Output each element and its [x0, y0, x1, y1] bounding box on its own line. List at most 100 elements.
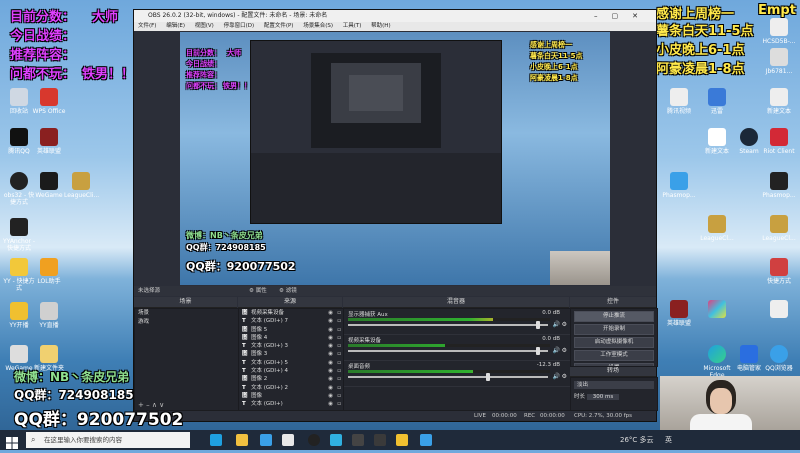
- source-item[interactable]: T 文本 (GDI+) 3 ◉ ▫: [239, 342, 343, 350]
- menu-help[interactable]: 帮助(H): [371, 23, 390, 29]
- desktop-icon-textfile[interactable]: 新建文本: [762, 88, 796, 115]
- app-taskbar-icon[interactable]: [352, 434, 364, 446]
- obs-preview[interactable]: 目前分数： 大师 今日战绩： 推荐阵容： 问都不玩： 铁男！！ 感谢上周榜一 薯…: [180, 32, 610, 285]
- volume-slider[interactable]: [348, 321, 548, 329]
- duration-input[interactable]: 300 ms: [586, 394, 620, 400]
- lock-icon[interactable]: ▫: [337, 334, 341, 342]
- lock-icon[interactable]: ▫: [337, 326, 341, 334]
- lock-icon[interactable]: ▫: [337, 309, 341, 317]
- scene-item[interactable]: 游戏: [135, 318, 238, 327]
- window-controls[interactable]: –▢✕: [594, 10, 652, 22]
- desktop-icon-xunlei[interactable]: 迅雷: [700, 88, 734, 115]
- desktop-icon-phasmo[interactable]: Phasmop...: [762, 172, 796, 199]
- eye-icon[interactable]: ◉: [328, 309, 333, 317]
- eye-icon[interactable]: ◉: [328, 317, 333, 325]
- weather-widget[interactable]: 26°C 多云: [620, 435, 654, 445]
- source-item[interactable]: T 文本 (GDI+) 7 ◉ ▫: [239, 317, 343, 325]
- volume-slider[interactable]: [348, 347, 548, 355]
- source-item[interactable]: T 文本 (GDI+) 5 ◉ ▫: [239, 359, 343, 367]
- file-explorer-icon[interactable]: [236, 434, 248, 446]
- eye-icon[interactable]: ◉: [328, 326, 333, 334]
- source-item[interactable]: 图图像 3 ◉ ▫: [239, 350, 343, 358]
- desktop-icon-yy[interactable]: YY - 快捷方式: [2, 258, 36, 292]
- menu-profile[interactable]: 配置文件(P): [264, 23, 294, 29]
- start-recording-button[interactable]: 开始录制: [574, 324, 654, 335]
- edge-icon[interactable]: [210, 434, 222, 446]
- desktop-icon-steam[interactable]: Steam: [732, 128, 766, 155]
- desktop-icon-leaguecl2[interactable]: LeagueCl...: [762, 215, 796, 242]
- lock-icon[interactable]: ▫: [337, 359, 341, 367]
- lock-icon[interactable]: ▫: [337, 367, 341, 375]
- desktop-icon-app1[interactable]: Phasmop...: [662, 172, 696, 199]
- yy-taskbar-icon[interactable]: [396, 434, 408, 446]
- properties-button[interactable]: ⚙ 属性: [249, 286, 267, 296]
- volume-slider-handle[interactable]: [486, 373, 490, 381]
- desktop-icon-colorful[interactable]: [700, 300, 734, 320]
- source-item[interactable]: T 文本 (GDI+) 2 ◉ ▫: [239, 384, 343, 392]
- eye-icon[interactable]: ◉: [328, 334, 333, 342]
- studio-mode-button[interactable]: 工作室模式: [574, 350, 654, 361]
- desktop-icon-obs[interactable]: obs32 - 快捷方式: [2, 172, 36, 206]
- desktop-icon-wegame[interactable]: WeGame: [32, 172, 66, 199]
- source-item[interactable]: 图图像 4 ◉ ▫: [239, 334, 343, 342]
- desktop-icon-yyanchor[interactable]: YYAnchor - 快捷方式: [2, 218, 36, 252]
- transition-select[interactable]: 淡出: [574, 381, 654, 389]
- filters-button[interactable]: ⚙ 滤镜: [279, 286, 297, 296]
- desktop-icon-lolhelper[interactable]: LOL助手: [32, 258, 66, 285]
- store-icon[interactable]: [260, 434, 272, 446]
- source-item[interactable]: 图图像 2 ◉ ▫: [239, 375, 343, 383]
- eye-icon[interactable]: ◉: [328, 392, 333, 400]
- eye-icon[interactable]: ◉: [328, 367, 333, 375]
- settings-button[interactable]: 设置: [574, 363, 654, 366]
- source-item[interactable]: T 文本 (GDI+) 4 ◉ ▫: [239, 367, 343, 375]
- speaker-icon[interactable]: 🔊: [553, 321, 560, 328]
- eye-icon[interactable]: ◉: [328, 375, 333, 383]
- desktop-icon-edge[interactable]: Microsoft Edge: [700, 345, 734, 379]
- eye-icon[interactable]: ◉: [328, 350, 333, 358]
- desktop-icon-img[interactable]: Jb6781...: [762, 48, 796, 75]
- desktop-icon-file1[interactable]: HCSD5B-...: [762, 18, 796, 45]
- lock-icon[interactable]: ▫: [337, 375, 341, 383]
- volume-slider-handle[interactable]: [536, 321, 540, 329]
- menu-docks[interactable]: 停靠窗口(D): [224, 23, 255, 29]
- desktop-icon-recycle[interactable]: 回收站: [2, 88, 36, 115]
- menu-scene-collection[interactable]: 场景集合(S): [303, 23, 333, 29]
- desktop-icon-pcmanager[interactable]: 电脑管家: [732, 345, 766, 372]
- menu-file[interactable]: 文件(F): [138, 23, 156, 29]
- desktop-icon-tencentvideo[interactable]: 腾讯视频: [662, 88, 696, 115]
- volume-slider[interactable]: [348, 373, 548, 381]
- lock-icon[interactable]: ▫: [337, 317, 341, 325]
- obs-titlebar[interactable]: OBS 26.0.2 (32-bit, windows) - 配置文件: 未命名…: [134, 10, 656, 22]
- gear-icon[interactable]: ⚙: [562, 347, 567, 354]
- obs-taskbar-icon[interactable]: [308, 434, 320, 446]
- desktop-icon-qq[interactable]: 腾讯QQ: [2, 128, 36, 155]
- lock-icon[interactable]: ▫: [337, 384, 341, 392]
- desktop-icon-qqbrowser[interactable]: QQ浏览器: [762, 345, 796, 372]
- desktop-icon-newtext[interactable]: 新建文本: [700, 128, 734, 155]
- taskbar-search-input[interactable]: ⌕ 在这里输入你要搜索的内容: [26, 432, 190, 448]
- scene-item[interactable]: 场景: [135, 309, 238, 318]
- source-item[interactable]: 图图像 5 ◉ ▫: [239, 326, 343, 334]
- desktop-icon-doc[interactable]: [762, 300, 796, 320]
- eye-icon[interactable]: ◉: [328, 384, 333, 392]
- lock-icon[interactable]: ▫: [337, 350, 341, 358]
- desktop-icon-lol[interactable]: 英雄联盟: [32, 128, 66, 155]
- source-item[interactable]: 图视频采集设备 ◉ ▫: [239, 309, 343, 317]
- stop-streaming-button[interactable]: 停止推流: [574, 311, 654, 322]
- gear-icon[interactable]: ⚙: [562, 373, 567, 380]
- menu-edit[interactable]: 编辑(E): [166, 23, 185, 29]
- desktop-icon-league[interactable]: LeagueCli...: [64, 172, 99, 199]
- lock-icon[interactable]: ▫: [337, 400, 341, 408]
- lock-icon[interactable]: ▫: [337, 342, 341, 350]
- volume-slider-handle[interactable]: [536, 347, 540, 355]
- desktop-icon-yyzb[interactable]: YY直播: [32, 302, 66, 329]
- desktop-icon-yylive[interactable]: YY开播: [2, 302, 36, 329]
- desktop-icon-riot[interactable]: Riot Client: [762, 128, 796, 155]
- gear-icon[interactable]: ⚙: [562, 321, 567, 328]
- menu-tools[interactable]: 工具(T): [343, 23, 362, 29]
- desktop-icon-leaguecl[interactable]: LeagueCl...: [700, 215, 734, 242]
- source-item[interactable]: 图图像 ◉ ▫: [239, 392, 343, 400]
- desktop-icon-shortcut[interactable]: 快捷方式: [762, 258, 796, 285]
- app3-taskbar-icon[interactable]: [420, 434, 432, 446]
- eye-icon[interactable]: ◉: [328, 400, 333, 408]
